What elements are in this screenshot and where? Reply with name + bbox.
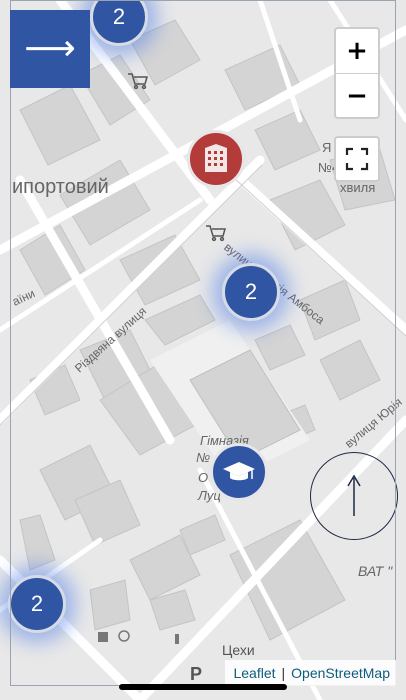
zoom-control: + − <box>334 27 380 119</box>
poi-label: ВАТ " <box>358 563 393 579</box>
school-marker[interactable] <box>210 443 268 501</box>
poi-label: Цехи <box>222 642 255 658</box>
arrow-right-icon: ⟶ <box>24 28 76 69</box>
zoom-out-button[interactable]: − <box>336 73 378 118</box>
cluster-marker[interactable]: 2 <box>222 263 280 321</box>
cluster-count: 2 <box>112 4 126 29</box>
school-label: О <box>198 470 209 485</box>
building-icon <box>205 144 227 172</box>
district-label: ипортовий <box>12 176 109 198</box>
north-arrow-icon <box>347 474 361 516</box>
leaflet-link[interactable]: Leaflet <box>233 665 275 681</box>
graduation-cap-icon <box>223 462 255 481</box>
school-label: № <box>196 450 211 465</box>
cluster-count: 2 <box>244 279 258 304</box>
poi-label: хвиля <box>340 180 376 195</box>
bank-marker[interactable] <box>187 130 245 188</box>
sidebar-toggle-button[interactable]: ⟶ <box>10 10 90 88</box>
compass[interactable] <box>310 452 398 540</box>
zoom-in-button[interactable]: + <box>336 29 378 73</box>
fullscreen-icon <box>345 147 369 171</box>
parking-label: P <box>190 664 203 684</box>
attribution-separator: | <box>281 665 286 681</box>
map-attribution: Leaflet | OpenStreetMap <box>225 660 396 686</box>
home-indicator <box>119 684 287 690</box>
poi-label: Я <box>322 140 332 155</box>
cluster-count: 2 <box>30 591 44 616</box>
fullscreen-button[interactable] <box>334 136 380 182</box>
cluster-marker[interactable]: 2 <box>8 575 66 633</box>
osm-link[interactable]: OpenStreetMap <box>291 665 390 681</box>
